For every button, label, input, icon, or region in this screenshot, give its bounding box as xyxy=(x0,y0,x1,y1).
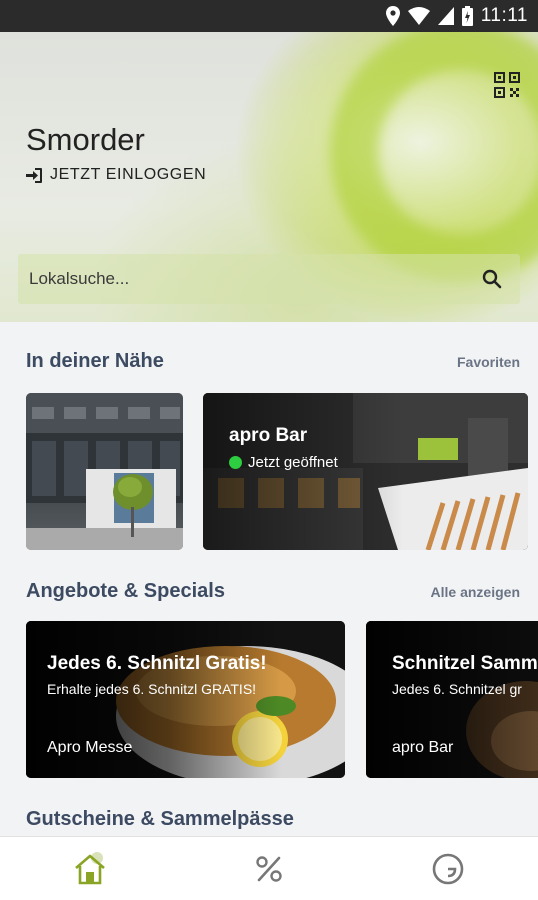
status-bar: 11:11 xyxy=(0,0,538,32)
bottom-nav xyxy=(0,836,538,900)
location-icon xyxy=(385,6,400,26)
open-status-dot xyxy=(229,456,242,469)
login-link[interactable]: JETZT EINLOGGEN xyxy=(26,166,206,184)
offer-venue: apro Bar xyxy=(392,739,454,756)
offers-title: Angebote & Specials xyxy=(26,580,225,602)
venue-status-label: Jetzt geöffnet xyxy=(248,454,338,471)
app-title: Smorder xyxy=(26,122,145,157)
venue-name: apro Bar xyxy=(229,425,308,446)
search-bar xyxy=(18,254,520,304)
nav-history[interactable] xyxy=(418,844,478,894)
nearby-title: In deiner Nähe xyxy=(26,350,164,372)
offers-section-header: Angebote & Specials Alle anzeigen xyxy=(26,580,520,603)
login-icon xyxy=(26,167,42,183)
offer-subtitle: Jedes 6. Schnitzel gr xyxy=(392,681,522,697)
offer-title: Jedes 6. Schnitzl Gratis! xyxy=(47,653,267,674)
venue-image xyxy=(203,393,528,550)
signal-icon xyxy=(437,7,454,25)
wifi-icon xyxy=(407,7,430,25)
vouchers-section-header: Gutscheine & Sammelpässe xyxy=(26,808,520,831)
login-label: JETZT EINLOGGEN xyxy=(50,166,207,183)
clock: 11:11 xyxy=(480,5,528,26)
offer-subtitle: Erhalte jedes 6. Schnitzl GRATIS! xyxy=(47,681,257,697)
decorative-ring xyxy=(330,32,538,282)
header-hero: Smorder JETZT EINLOGGEN xyxy=(0,32,538,322)
history-icon xyxy=(433,853,464,884)
favorites-link[interactable]: Favoriten xyxy=(457,354,520,370)
venue-image xyxy=(26,393,183,550)
nav-home[interactable] xyxy=(60,844,120,894)
percent-icon xyxy=(256,855,282,882)
offer-venue: Apro Messe xyxy=(47,739,133,756)
venue-card[interactable]: apro Bar Jetzt geöffnet xyxy=(203,393,528,550)
venue-status: Jetzt geöffnet xyxy=(229,454,338,471)
home-icon xyxy=(74,851,105,884)
nav-offers[interactable] xyxy=(239,844,299,894)
show-all-link[interactable]: Alle anzeigen xyxy=(431,584,520,600)
qr-code-icon[interactable] xyxy=(494,72,520,98)
vouchers-title: Gutscheine & Sammelpässe xyxy=(26,808,294,830)
offer-card[interactable]: Jedes 6. Schnitzl Gratis! Erhalte jedes … xyxy=(26,621,345,778)
offer-card[interactable]: Schnitzel Samm Jedes 6. Schnitzel gr apr… xyxy=(366,621,538,778)
venue-card[interactable] xyxy=(26,393,183,550)
nearby-section-header: In deiner Nähe Favoriten xyxy=(26,350,520,373)
search-input[interactable] xyxy=(29,269,482,289)
search-icon[interactable] xyxy=(482,269,502,289)
offer-title: Schnitzel Samm xyxy=(392,653,538,674)
battery-charging-icon xyxy=(461,6,473,26)
